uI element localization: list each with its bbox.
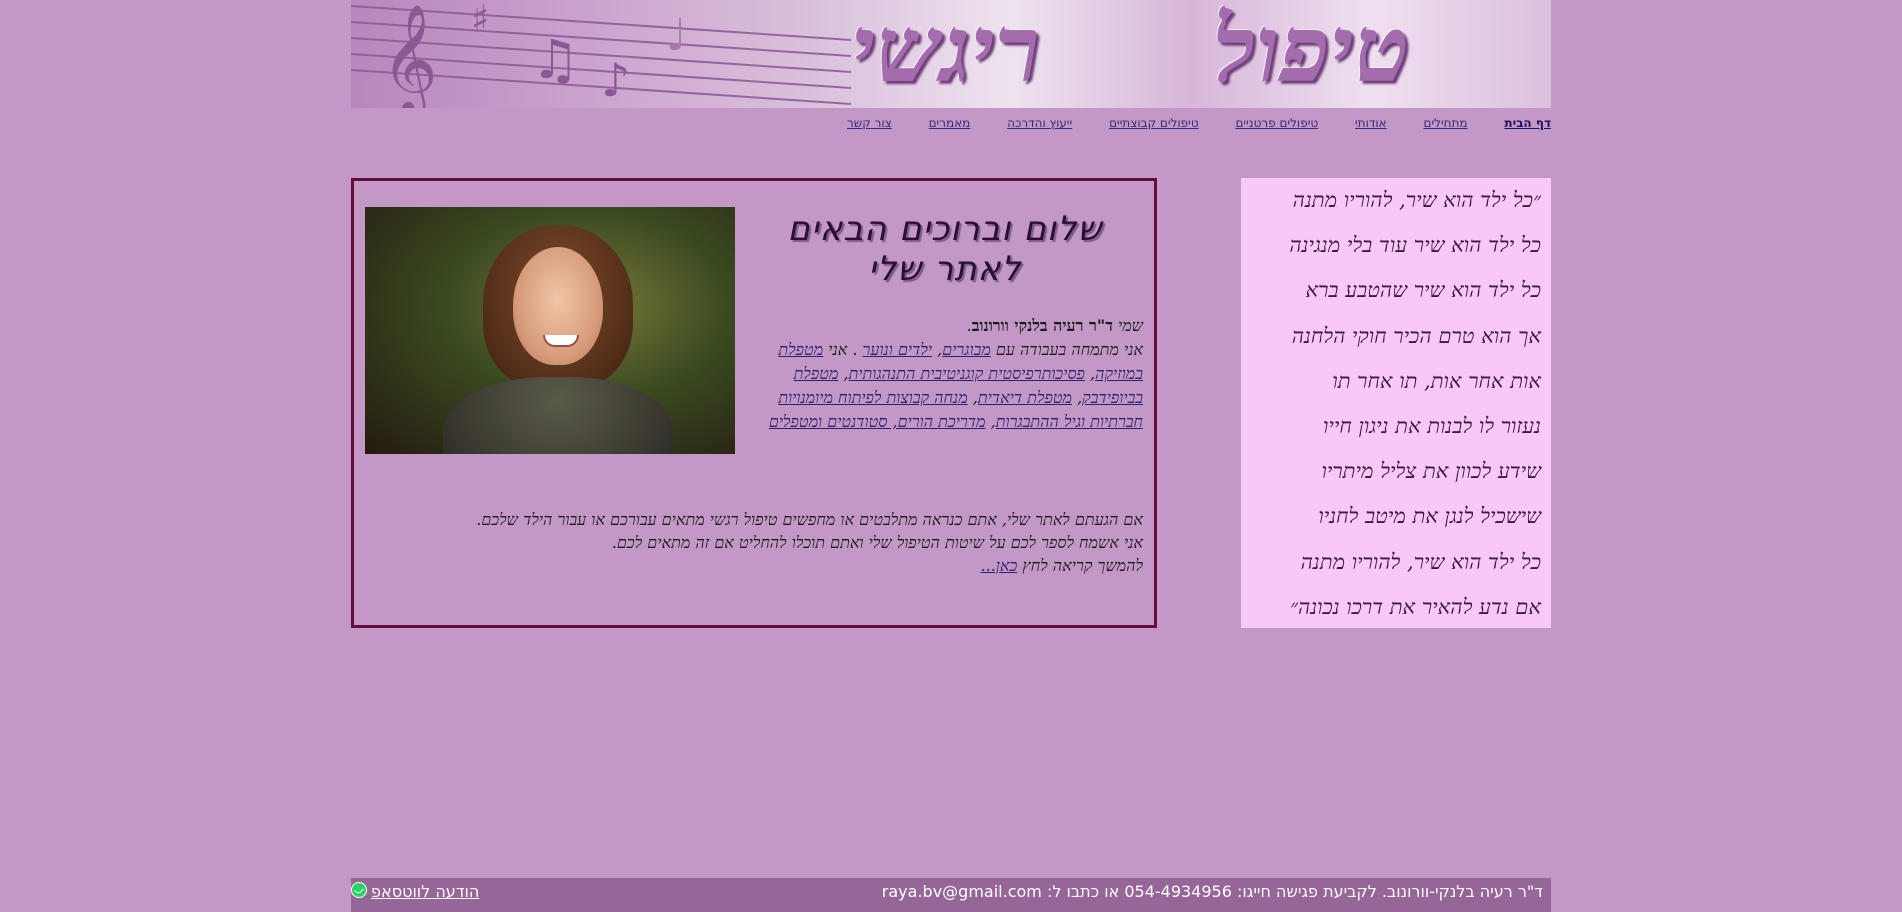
welcome-box: שלום וברוכים הבאים לאתר שלי שמי ד"ר רעיה… <box>351 178 1157 628</box>
intro-text: שמי ד"ר רעיה בלנקי וורונוב. אני מתמחה בע… <box>768 316 1143 431</box>
poem-line: כל ילד הוא שיר עוד בלי מנגינה <box>1289 233 1541 258</box>
doctor-name: ד"ר רעיה בלנקי וורונוב <box>971 316 1113 335</box>
treble-clef-icon: 𝄞 <box>381 3 438 108</box>
main-paragraph: אם הגעתם לאתר שלי, אתם כנראה מתלבטים או … <box>476 510 1143 575</box>
nav-contact[interactable]: צור קשר <box>847 116 892 130</box>
poem-line: כל ילד הוא שיר שהטבע ברא <box>1305 278 1541 303</box>
poem-line: אם נדע להאיר את דרכו נכונה״ <box>1290 594 1541 619</box>
link-parents[interactable]: מדריכת הורים, סטודנטים ומטפלים <box>769 412 986 431</box>
quarter-note-icon: ♩ <box>666 10 687 61</box>
poem-line: נעזור לו לבנות את ניגון חייו <box>1323 413 1541 438</box>
whatsapp-icon[interactable] <box>351 882 367 898</box>
poem-line: שידע לכוון את צליל מיתריו <box>1321 459 1541 484</box>
main-nav: דף הבית מתחילים אודותי טיפולים פרטניים ט… <box>351 116 1551 136</box>
beamed-notes-icon: ♫ <box>531 28 579 91</box>
poem-line: כל ילד הוא שיר, להוריו מתנה <box>1300 549 1541 574</box>
read-more-link[interactable]: כאן... <box>981 556 1018 575</box>
profile-photo <box>365 207 735 454</box>
poem-line: אך הוא טרם הכיר חוקי הלחנה <box>1291 323 1541 348</box>
whatsapp-link-wrap: הודעה לווטסאפ <box>351 882 479 901</box>
nav-about[interactable]: אודותי <box>1355 116 1387 130</box>
footer-contact: ד"ר רעיה בלנקי-וורונוב. לקביעת פגישה חיי… <box>881 882 1543 901</box>
footer-bar: ד"ר רעיה בלנקי-וורונוב. לקביעת פגישה חיי… <box>351 878 1551 912</box>
nav-group[interactable]: טיפולים קבוצתיים <box>1109 116 1199 130</box>
link-dyadic[interactable]: מטפלת דיאדית <box>978 388 1072 407</box>
poem-line: אות אחר אות, תו אחר תו <box>1332 368 1541 393</box>
link-adults[interactable]: מבוגרים <box>942 340 991 359</box>
page-wrapper: 𝄞 ♯ ♫ ♪ ♩ טיפול ריגשי דף הבית מתחילים או… <box>351 0 1551 912</box>
nav-home[interactable]: דף הבית <box>1504 116 1551 130</box>
poem-line: שישכיל לנגן את מיטב לחניו <box>1318 504 1541 529</box>
nav-beginners[interactable]: מתחילים <box>1424 116 1468 130</box>
eighth-note-icon: ♪ <box>601 53 630 107</box>
banner-title-word-1: טיפול <box>1213 0 1410 103</box>
sharp-icon: ♯ <box>471 0 489 41</box>
poem-line: ״כל ילד הוא שיר, להוריו מתנה <box>1292 188 1541 212</box>
welcome-heading: שלום וברוכים הבאים לאתר שלי <box>787 209 1103 289</box>
nav-individual[interactable]: טיפולים פרטניים <box>1235 116 1318 130</box>
header-banner: 𝄞 ♯ ♫ ♪ ♩ טיפול ריגשי <box>351 0 1551 108</box>
music-staff-graphic: 𝄞 ♯ ♫ ♪ ♩ <box>351 0 851 108</box>
link-cbt[interactable]: פסיכותרפיסטית קוגניטיבית התנהגותית <box>849 364 1085 383</box>
whatsapp-link[interactable]: הודעה לווטסאפ <box>371 882 479 901</box>
nav-articles[interactable]: מאמרים <box>929 116 971 130</box>
poem-box: ״כל ילד הוא שיר, להוריו מתנה כל ילד הוא … <box>1241 178 1551 628</box>
banner-title-word-2: ריגשי <box>851 0 1040 103</box>
nav-consulting[interactable]: ייעוץ והדרכה <box>1007 116 1072 130</box>
link-kids[interactable]: ילדים ונוער <box>863 340 933 359</box>
